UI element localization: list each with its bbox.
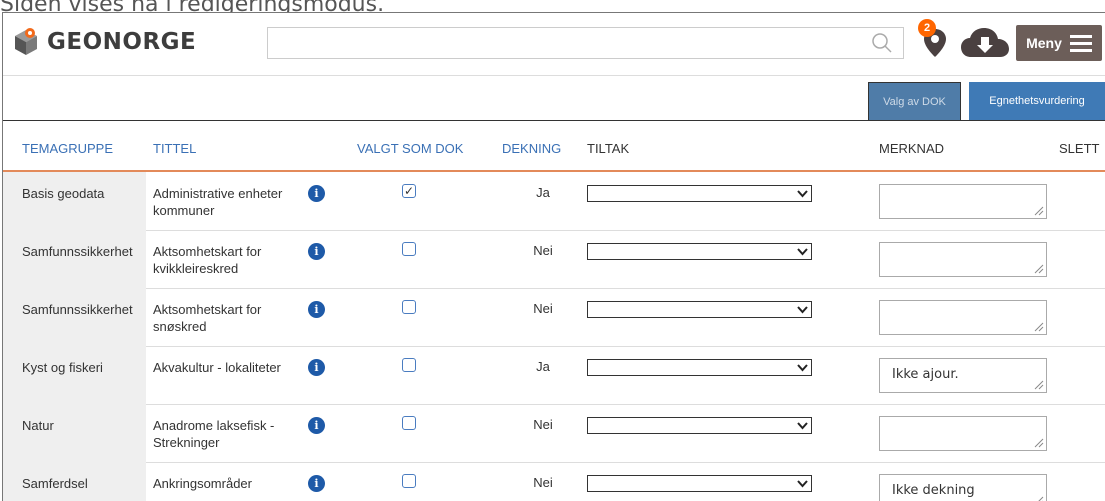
info-icon[interactable]: i	[308, 301, 325, 318]
merknad-textarea[interactable]	[879, 416, 1047, 451]
column-header-merknad: MERKNAD	[879, 141, 945, 156]
info-icon[interactable]: i	[308, 359, 325, 376]
tiltak-select[interactable]	[587, 359, 812, 376]
table-row: Basis geodata Administrative enheter kom…	[3, 172, 1105, 231]
info-icon[interactable]: i	[308, 243, 325, 260]
table-row: Samfunnssikkerhet Aktsomhetskart for kvi…	[3, 230, 1105, 289]
menu-button[interactable]: Meny	[1016, 25, 1102, 61]
logo-text: GEONORGE	[47, 29, 197, 55]
info-icon[interactable]: i	[308, 417, 325, 434]
download-button[interactable]	[959, 25, 1011, 61]
tiltak-select[interactable]	[587, 301, 812, 318]
tittel-cell: Aktsomhetskart for kvikkleireskred	[153, 244, 262, 276]
chevron-down-icon	[797, 480, 808, 488]
geonorge-logo[interactable]: GEONORGE	[13, 27, 196, 57]
map-count-badge: 2	[918, 19, 936, 37]
map-button[interactable]: 2	[916, 19, 952, 61]
tittel-cell: Anadrome laksefisk - Strekninger	[153, 418, 275, 450]
valgt-som-dok-checkbox[interactable]	[402, 358, 416, 372]
tiltak-select[interactable]	[587, 243, 812, 260]
dekning-cell: Ja	[536, 185, 550, 200]
info-icon[interactable]: i	[308, 475, 325, 492]
temagruppe-cell: Natur	[22, 418, 54, 433]
tiltak-select[interactable]	[587, 475, 812, 492]
table-row: Samfunnssikkerhet Aktsomhetskart for snø…	[3, 288, 1105, 347]
column-header-valgt-som-dok[interactable]: VALGT SOM DOK	[357, 141, 463, 156]
tittel-cell: Akvakultur - lokaliteter	[153, 360, 281, 375]
tiltak-select[interactable]	[587, 185, 812, 202]
search-icon[interactable]	[871, 32, 893, 54]
temagruppe-cell: Kyst og fiskeri	[22, 360, 103, 375]
column-header-slett: SLETT	[1059, 141, 1100, 156]
dekning-cell: Nei	[533, 243, 553, 258]
temagruppe-cell: Samferdsel	[22, 476, 88, 491]
column-header-tiltak: TILTAK	[587, 141, 630, 156]
tab-egnethetsvurdering[interactable]: Egnethetsvurdering	[969, 82, 1105, 120]
tittel-cell: Administrative enheter kommuner	[153, 186, 283, 218]
resize-handle-icon	[1034, 322, 1044, 332]
chevron-down-icon	[797, 306, 808, 314]
tittel-cell: Ankringsområder	[153, 476, 252, 491]
table-row: Samferdsel Ankringsområder i Nei Ikke de…	[3, 462, 1105, 501]
search-input[interactable]	[274, 28, 868, 58]
chevron-down-icon	[797, 190, 808, 198]
merknad-textarea[interactable]: Ikke dekning	[879, 474, 1047, 501]
geonorge-logo-icon	[15, 28, 37, 55]
resize-handle-icon	[1034, 438, 1044, 448]
merknad-textarea[interactable]	[879, 242, 1047, 277]
resize-handle-icon	[1034, 380, 1044, 390]
table-row: Kyst og fiskeri Akvakultur - lokaliteter…	[3, 346, 1105, 405]
tab-valg-av-dok[interactable]: Valg av DOK	[868, 82, 961, 120]
search-box[interactable]	[267, 27, 904, 59]
tab-bar: Valg av DOK Egnethetsvurdering	[3, 76, 1105, 121]
chevron-down-icon	[797, 422, 808, 430]
valgt-som-dok-checkbox[interactable]	[402, 474, 416, 488]
temagruppe-cell: Samfunnssikkerhet	[22, 244, 133, 259]
dekning-cell: Nei	[533, 301, 553, 316]
column-header-temagruppe[interactable]: TEMAGRUPPE	[22, 141, 113, 156]
valgt-som-dok-checkbox[interactable]	[402, 242, 416, 256]
temagruppe-cell: Basis geodata	[22, 186, 105, 201]
hamburger-icon	[1069, 35, 1092, 52]
chevron-down-icon	[797, 364, 808, 372]
merknad-textarea[interactable]	[879, 300, 1047, 335]
resize-handle-icon	[1034, 264, 1044, 274]
merknad-textarea[interactable]: Ikke ajour.	[879, 358, 1047, 393]
dekning-cell: Ja	[536, 359, 550, 374]
menu-label: Meny	[1026, 35, 1062, 51]
tiltak-select[interactable]	[587, 417, 812, 434]
dekning-cell: Nei	[533, 417, 553, 432]
info-icon[interactable]: i	[308, 185, 325, 202]
merknad-textarea[interactable]	[879, 184, 1047, 219]
valgt-som-dok-checkbox[interactable]	[402, 300, 416, 314]
column-header-tittel[interactable]: TITTEL	[153, 141, 196, 156]
dekning-cell: Nei	[533, 475, 553, 490]
resize-handle-icon	[1034, 206, 1044, 216]
column-header-dekning[interactable]: DEKNING	[502, 141, 561, 156]
temagruppe-cell: Samfunnssikkerhet	[22, 302, 133, 317]
table-row: Natur Anadrome laksefisk - Strekninger i…	[3, 404, 1105, 463]
top-bar: GEONORGE 2 Meny	[3, 13, 1105, 76]
valgt-som-dok-checkbox[interactable]: ✓	[402, 184, 416, 198]
cloud-download-icon	[961, 28, 1009, 57]
valgt-som-dok-checkbox[interactable]	[402, 416, 416, 430]
tittel-cell: Aktsomhetskart for snøskred	[153, 302, 262, 334]
app-frame: GEONORGE 2 Meny Valg av DOK Egnethetsvur…	[2, 12, 1105, 501]
chevron-down-icon	[797, 248, 808, 256]
table-header: TEMAGRUPPE TITTEL VALGT SOM DOK DEKNING …	[3, 121, 1105, 172]
